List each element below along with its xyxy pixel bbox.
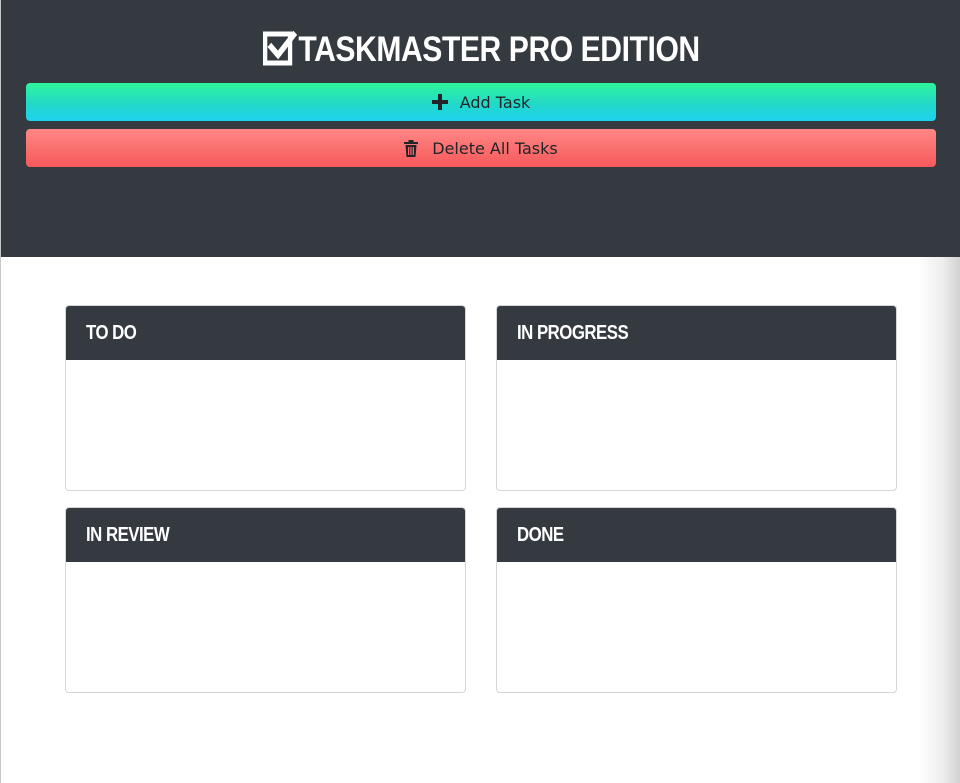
column-title: DONE xyxy=(517,524,564,546)
delete-all-tasks-button[interactable]: Delete All Tasks xyxy=(26,129,936,167)
column-in-progress: IN PROGRESS xyxy=(496,305,897,491)
page: TASKMASTER PRO EDITION Add Task Delete A… xyxy=(0,0,960,783)
column-title: IN PROGRESS xyxy=(517,322,629,344)
column-dropzone[interactable] xyxy=(497,360,896,490)
column-dropzone[interactable] xyxy=(66,360,465,490)
column-title: IN REVIEW xyxy=(86,524,170,546)
column-header: IN REVIEW xyxy=(66,508,465,562)
column-todo: TO DO xyxy=(65,305,466,491)
column-in-review: IN REVIEW xyxy=(65,507,466,693)
edge-shadow xyxy=(918,257,960,783)
column-header: DONE xyxy=(497,508,896,562)
app-title: TASKMASTER PRO EDITION xyxy=(68,28,894,78)
column-dropzone[interactable] xyxy=(66,562,465,692)
column-dropzone[interactable] xyxy=(497,562,896,692)
delete-all-tasks-label: Delete All Tasks xyxy=(432,138,558,158)
app-header: TASKMASTER PRO EDITION Add Task Delete A… xyxy=(1,0,960,257)
trash-icon xyxy=(404,139,419,157)
column-header: IN PROGRESS xyxy=(497,306,896,360)
add-task-label: Add Task xyxy=(459,92,531,112)
add-task-button[interactable]: Add Task xyxy=(26,83,936,121)
checkbox-icon xyxy=(262,29,297,78)
plus-icon xyxy=(431,94,448,110)
column-done: DONE xyxy=(496,507,897,693)
column-header: TO DO xyxy=(66,306,465,360)
app-title-text: TASKMASTER PRO EDITION xyxy=(298,30,700,69)
column-title: TO DO xyxy=(86,322,137,344)
